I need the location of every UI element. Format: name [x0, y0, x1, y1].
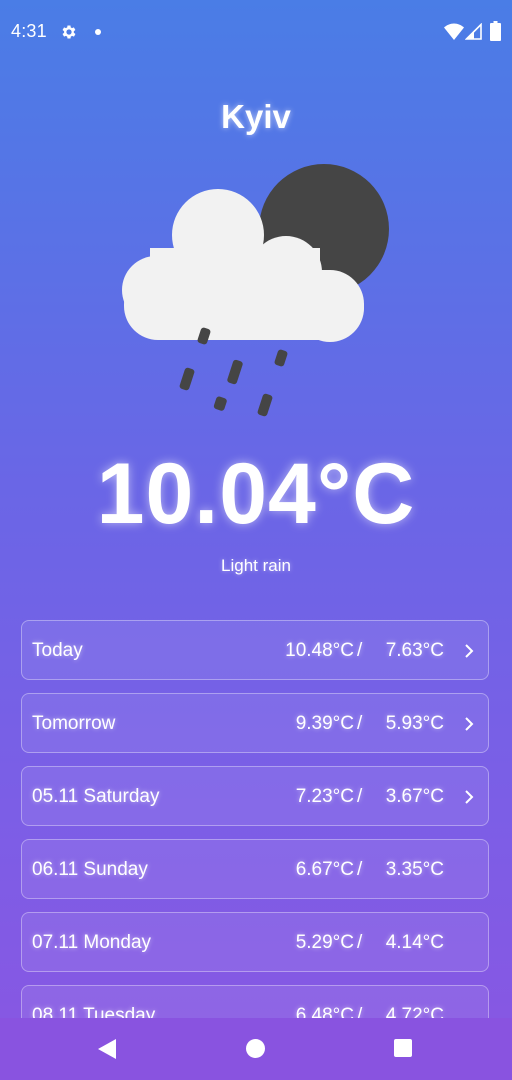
forecast-day-label: 08.11 Tuesday — [32, 1005, 156, 1018]
forecast-high-temp: 10.48°C — [285, 640, 354, 661]
forecast-low-temp: 5.93°C — [385, 713, 444, 734]
forecast-separator: / — [357, 640, 363, 661]
forecast-high-temp: 7.23°C — [295, 786, 354, 807]
forecast-high-temp: 5.29°C — [295, 932, 354, 953]
current-temperature: 10.04°C — [96, 446, 416, 542]
home-icon[interactable] — [246, 1039, 265, 1058]
forecast-day-label: Today — [32, 640, 83, 661]
weather-condition: Light rain — [221, 556, 291, 575]
forecast-high-temp: 6.48°C — [295, 1005, 354, 1018]
status-time: 4:31 — [11, 21, 47, 41]
forecast-low-temp: 7.63°C — [385, 640, 444, 661]
battery-icon — [490, 21, 501, 41]
notification-dot-icon — [95, 29, 101, 35]
forecast-row-monday[interactable]: 07.11 Monday 5.29°C / 4.14°C — [21, 912, 489, 972]
wifi-icon — [444, 23, 464, 40]
forecast-row-today[interactable]: Today 10.48°C / 7.63°C — [21, 620, 489, 680]
forecast-list[interactable]: Today 10.48°C / 7.63°C Tomorrow 9.39°C /… — [0, 620, 512, 1018]
forecast-day-label: 07.11 Monday — [32, 932, 152, 953]
forecast-high-temp: 9.39°C — [295, 713, 354, 734]
forecast-row-tuesday[interactable]: 08.11 Tuesday 6.48°C / 4.72°C — [21, 985, 489, 1018]
forecast-separator: / — [357, 713, 363, 734]
gear-icon — [62, 25, 76, 39]
forecast-separator: / — [357, 859, 363, 880]
forecast-day-label: Tomorrow — [32, 713, 116, 734]
forecast-high-temp: 6.67°C — [295, 859, 354, 880]
chevron-right-icon[interactable] — [463, 789, 475, 805]
forecast-low-temp: 4.72°C — [385, 1005, 444, 1018]
city-title: Kyiv — [221, 98, 291, 135]
back-icon[interactable] — [96, 1038, 118, 1060]
status-bar: 4:31 — [0, 0, 512, 64]
night-cloud-rain-icon — [122, 164, 389, 417]
forecast-low-temp: 3.35°C — [385, 859, 444, 880]
forecast-separator: / — [357, 1005, 363, 1018]
navigation-bar — [0, 1018, 512, 1080]
chevron-right-icon[interactable] — [463, 643, 475, 659]
forecast-separator: / — [357, 932, 363, 953]
forecast-row-tomorrow[interactable]: Tomorrow 9.39°C / 5.93°C — [21, 693, 489, 753]
signal-icon — [465, 23, 482, 40]
forecast-separator: / — [357, 786, 363, 807]
forecast-day-label: 05.11 Saturday — [32, 786, 160, 807]
forecast-row-saturday[interactable]: 05.11 Saturday 7.23°C / 3.67°C — [21, 766, 489, 826]
chevron-right-icon[interactable] — [463, 716, 475, 732]
forecast-low-temp: 4.14°C — [385, 932, 444, 953]
forecast-low-temp: 3.67°C — [385, 786, 444, 807]
forecast-row-sunday[interactable]: 06.11 Sunday 6.67°C / 3.35°C — [21, 839, 489, 899]
forecast-day-label: 06.11 Sunday — [32, 859, 148, 880]
recents-icon[interactable] — [394, 1039, 412, 1057]
